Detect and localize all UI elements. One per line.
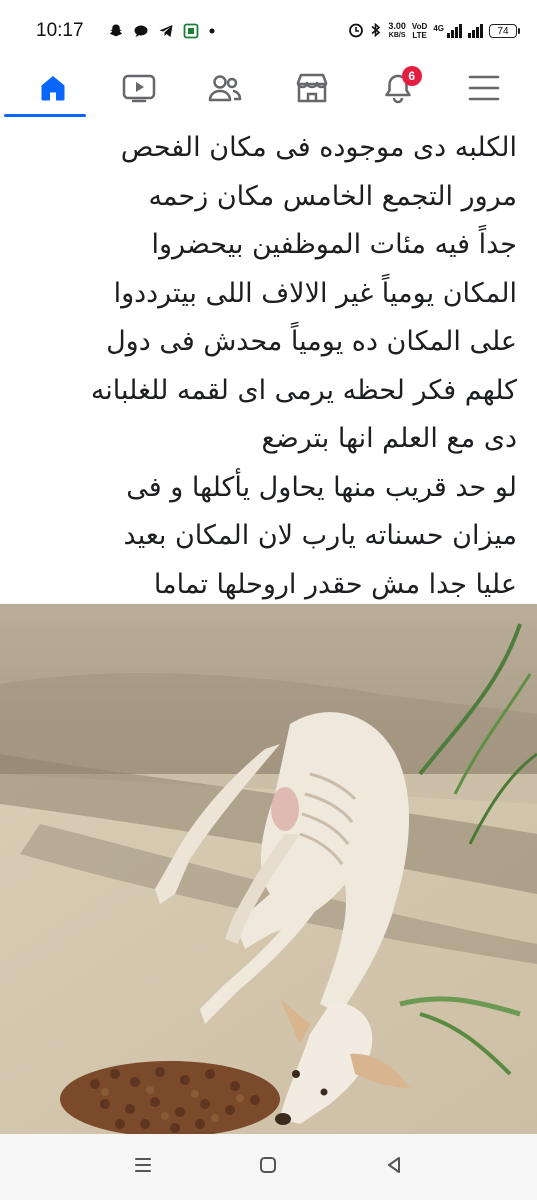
video-icon	[122, 73, 156, 107]
net-speed: 3.00 KB/S	[388, 22, 406, 40]
net-speed-value: 3.00	[388, 21, 406, 31]
active-tab-indicator	[4, 114, 86, 117]
app-icon	[183, 23, 199, 39]
signal-icon-2	[468, 24, 483, 38]
signal-label: 4G	[433, 24, 444, 33]
volte-bottom: LTE	[412, 31, 427, 40]
notification-badge: 6	[401, 66, 422, 86]
post-line: ميزان حسناته يارب لان المكان بعيد	[123, 520, 517, 551]
chat-icon	[133, 23, 149, 39]
nav-video[interactable]	[109, 62, 169, 118]
status-bar: 10:17 3.00 KB/S VoD LTE 4G 74	[0, 0, 537, 62]
post-line: كلهم فكر لحظه يرمى اى لقمه للغلبانه	[90, 374, 517, 406]
status-time: 10:17	[36, 20, 84, 41]
more-dot-icon	[208, 27, 216, 35]
post-text: الكلبه دى موجوده فى مكان الفحص مرور التج…	[0, 118, 537, 604]
snapchat-icon	[108, 23, 124, 39]
nav-home[interactable]	[23, 62, 83, 118]
battery-icon: 74	[489, 24, 520, 38]
post-line: المكان يومياً غير الالاف اللى بيترددوا	[113, 277, 517, 309]
status-right: 3.00 KB/S VoD LTE 4G 74	[348, 22, 520, 41]
net-speed-unit: KB/S	[388, 32, 406, 39]
post-line: جداً فيه مئات الموظفين بيحضروا	[151, 229, 517, 260]
battery-level: 74	[497, 25, 509, 37]
nav-menu[interactable]	[454, 62, 514, 118]
facebook-nav-bar: 6	[0, 62, 537, 118]
nav-marketplace[interactable]	[282, 62, 342, 118]
home-button[interactable]	[248, 1147, 288, 1187]
notification-icons	[108, 23, 216, 39]
post-line: عليا جدا مش حقدر اروحلها تماما	[153, 568, 517, 600]
back-icon	[384, 1155, 404, 1179]
friends-icon	[207, 73, 243, 107]
post-line: الكلبه دى موجوده فى مكان الفحص	[120, 132, 517, 163]
nav-friends[interactable]	[195, 62, 255, 118]
nav-notifications[interactable]: 6	[368, 62, 428, 118]
post-line: على المكان ده يومياً محدش فى دول	[106, 326, 517, 357]
recents-button[interactable]	[123, 1147, 163, 1187]
recents-icon	[133, 1155, 153, 1179]
volte-top: VoD	[411, 22, 428, 31]
post-photo[interactable]	[0, 604, 537, 1134]
home-circle-icon	[258, 1155, 278, 1179]
home-icon	[38, 73, 68, 107]
bluetooth-icon	[370, 22, 382, 41]
post-line: دى مع العلم انها بترضع	[261, 423, 517, 454]
post-line: مرور التجمع الخامس مكان زحمه	[148, 180, 517, 212]
signal-icon: 4G	[433, 24, 462, 38]
marketplace-icon	[295, 72, 329, 108]
alarm-icon	[348, 22, 364, 41]
volte-indicator: VoD LTE	[412, 22, 427, 40]
telegram-icon	[158, 23, 174, 39]
system-nav-bar	[0, 1134, 537, 1200]
dog-photo-illustration	[0, 604, 537, 1134]
hamburger-menu-icon	[468, 74, 500, 106]
back-button[interactable]	[374, 1147, 414, 1187]
post-line: لو حد قريب منها يحاول يأكلها و فى	[126, 471, 517, 503]
